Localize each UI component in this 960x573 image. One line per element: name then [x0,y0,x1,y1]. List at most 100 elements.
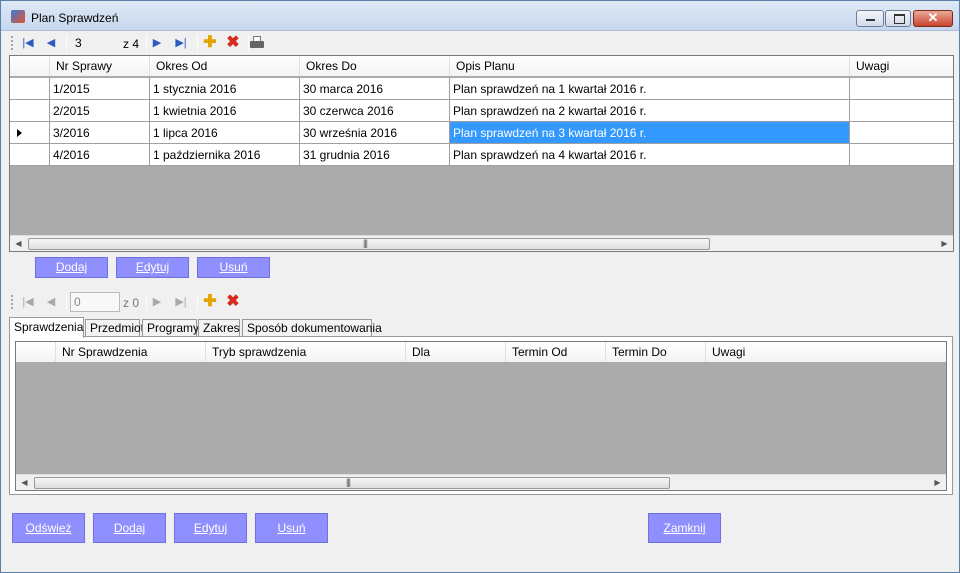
scroll-thumb[interactable]: ||| [34,477,670,489]
toolbar-separator [197,35,198,51]
current-row-icon [17,129,22,137]
col-header-opis-planu[interactable]: Opis Planu [450,56,850,76]
cell-nr-sprawy[interactable]: 3/2016 [50,122,150,144]
col-header-nr-sprawdzenia[interactable]: Nr Sprawdzenia [56,342,206,362]
cell-opis-planu[interactable]: Plan sprawdzeń na 4 kwartał 2016 r. [450,144,850,166]
cell-uwagi[interactable] [850,144,953,166]
move-first-icon[interactable]: |◀ [19,293,37,311]
move-next-icon[interactable]: ▶ [148,293,166,311]
position-input[interactable] [71,33,121,53]
plan-grid-header: Nr Sprawy Okres Od Okres Do Opis Planu U… [10,56,953,76]
delete-plan-button[interactable]: Usuń [197,257,270,278]
add-new-icon[interactable]: ✚ [201,34,219,52]
move-last-icon[interactable]: ▶| [172,34,190,52]
app-icon [11,10,25,23]
move-previous-icon[interactable]: ◀ [42,293,60,311]
edit-check-button[interactable]: Edytuj [174,513,247,543]
col-header-dla[interactable]: Dla [406,342,506,362]
tab-zakres[interactable]: Zakres [198,319,240,337]
minimize-button[interactable] [856,10,884,27]
tab-sprawdzenia[interactable]: Sprawdzenia [9,317,84,338]
checks-grid-hscrollbar[interactable]: ◀ ||| ▶ [16,474,946,490]
print-icon[interactable] [249,35,265,51]
delete-check-button[interactable]: Usuń [255,513,328,543]
table-row-selected[interactable]: 3/2016 1 lipca 2016 30 września 2016 Pla… [10,122,953,144]
cell-okres-do[interactable]: 31 grudnia 2016 [300,144,450,166]
plan-grid-hscrollbar[interactable]: ◀ ||| ▶ [10,235,953,251]
cell-okres-do[interactable]: 30 września 2016 [300,122,450,144]
scroll-left-icon[interactable]: ◀ [10,236,27,251]
delete-icon[interactable]: ✖ [224,34,242,52]
cell-opis-planu-selected[interactable]: Plan sprawdzeń na 3 kwartał 2016 r. [450,122,850,144]
cell-nr-sprawy[interactable]: 1/2015 [50,78,150,100]
close-window-button[interactable]: ✕ [913,10,953,27]
row-header[interactable] [10,100,50,122]
row-header[interactable] [10,78,50,100]
position-input[interactable] [70,292,120,312]
move-last-icon[interactable]: ▶| [172,293,190,311]
row-header-corner [10,56,50,76]
plan-grid: Nr Sprawy Okres Od Okres Do Opis Planu U… [9,55,954,252]
tab-przedmiot[interactable]: Przedmiot [85,319,144,337]
cell-opis-planu[interactable]: Plan sprawdzeń na 1 kwartał 2016 r. [450,78,850,100]
delete-icon[interactable]: ✖ [224,293,242,311]
add-new-icon[interactable]: ✚ [201,293,219,311]
cell-opis-planu[interactable]: Plan sprawdzeń na 2 kwartał 2016 r. [450,100,850,122]
move-previous-icon[interactable]: ◀ [42,34,60,52]
cell-okres-od[interactable]: 1 kwietnia 2016 [150,100,300,122]
cell-nr-sprawy[interactable]: 4/2016 [50,144,150,166]
col-header-nr-sprawy[interactable]: Nr Sprawy [50,56,150,76]
checks-grid: Nr Sprawdzenia Tryb sprawdzenia Dla Term… [15,341,947,491]
toolbar-separator [197,294,198,310]
close-button[interactable]: Zamknij [648,513,721,543]
col-header-termin-do[interactable]: Termin Do [606,342,706,362]
toolbar-separator [66,35,67,51]
cell-okres-do[interactable]: 30 marca 2016 [300,78,450,100]
col-header-uwagi[interactable]: Uwagi [706,342,946,362]
move-first-icon[interactable]: |◀ [19,34,37,52]
table-row[interactable]: 4/2016 1 października 2016 31 grudnia 20… [10,144,953,166]
cell-uwagi[interactable] [850,100,953,122]
cell-nr-sprawy[interactable]: 2/2015 [50,100,150,122]
col-header-okres-do[interactable]: Okres Do [300,56,450,76]
close-icon: ✕ [927,10,939,25]
col-header-termin-od[interactable]: Termin Od [506,342,606,362]
col-header-tryb-sprawdzenia[interactable]: Tryb sprawdzenia [206,342,406,362]
scroll-right-icon[interactable]: ▶ [929,475,946,490]
scroll-left-icon[interactable]: ◀ [16,475,33,490]
cell-okres-do[interactable]: 30 czerwca 2016 [300,100,450,122]
cell-uwagi[interactable] [850,78,953,100]
col-header-okres-od[interactable]: Okres Od [150,56,300,76]
main-window: Plan Sprawdzeń ✕ |◀ ◀ z 4 ▶ ▶| ✚ ✖ Nr Sp… [0,0,960,573]
table-row[interactable]: 2/2015 1 kwietnia 2016 30 czerwca 2016 P… [10,100,953,122]
toolbar-separator [66,294,67,310]
scroll-right-icon[interactable]: ▶ [936,236,953,251]
toolbar-grip[interactable] [11,295,13,309]
tab-sposob-dokumentowania[interactable]: Sposób dokumentowania [242,319,382,337]
move-next-icon[interactable]: ▶ [148,34,166,52]
record-count: z 4 [123,37,140,51]
toolbar-separator [146,294,147,310]
cell-uwagi[interactable] [850,122,953,144]
toolbar-grip[interactable] [11,36,13,50]
maximize-button[interactable] [885,10,911,27]
col-header-uwagi[interactable]: Uwagi [850,56,953,76]
cell-okres-od[interactable]: 1 października 2016 [150,144,300,166]
tab-programy[interactable]: Programy [142,319,199,337]
scroll-thumb[interactable]: ||| [28,238,710,250]
cell-okres-od[interactable]: 1 lipca 2016 [150,122,300,144]
row-header-current[interactable] [10,122,50,144]
title-bar[interactable]: Plan Sprawdzeń ✕ [1,1,959,31]
cell-okres-od[interactable]: 1 stycznia 2016 [150,78,300,100]
checks-grid-header: Nr Sprawdzenia Tryb sprawdzenia Dla Term… [16,342,946,362]
window-title: Plan Sprawdzeń [31,11,119,25]
add-plan-button[interactable]: Dodaj [35,257,108,278]
edit-plan-button[interactable]: Edytuj [116,257,189,278]
tab-panel-sprawdzenia: Nr Sprawdzenia Tryb sprawdzenia Dla Term… [9,336,953,495]
check-navigator: |◀ ◀ z 0 ▶ ▶| ✚ ✖ [9,290,953,314]
refresh-button[interactable]: Odśwież [12,513,85,543]
row-header-corner [16,342,56,362]
row-header[interactable] [10,144,50,166]
add-check-button[interactable]: Dodaj [93,513,166,543]
table-row[interactable]: 1/2015 1 stycznia 2016 30 marca 2016 Pla… [10,78,953,100]
